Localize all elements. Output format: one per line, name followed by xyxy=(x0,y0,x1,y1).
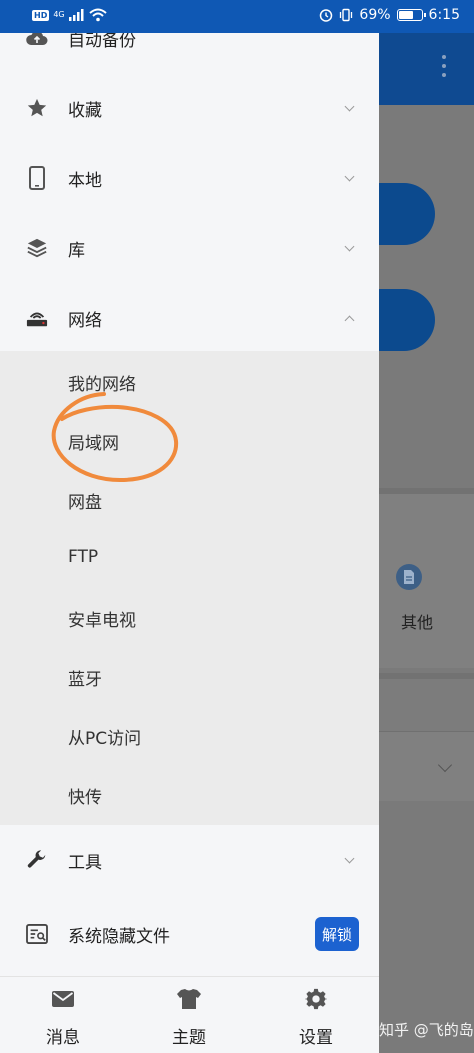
background-card xyxy=(379,731,474,801)
battery-percent: 69% xyxy=(359,7,391,23)
navigation-drawer: 自动备份 收藏 本地 库 网络 我的网络 局域网 网盘 FTP 安卓电视 蓝牙 … xyxy=(0,33,379,1053)
signal-icon xyxy=(68,9,84,21)
network-subitem-cloud-drive[interactable]: 网盘 xyxy=(68,488,102,513)
network-type: 4G xyxy=(53,10,65,19)
vibrate-icon xyxy=(340,8,353,22)
clock: 6:15 xyxy=(428,7,460,23)
watermark: 知乎 @飞的岛 xyxy=(379,1021,474,1039)
nav-settings[interactable]: 设置 xyxy=(271,977,361,1053)
gear-icon xyxy=(304,987,328,1011)
document-icon xyxy=(396,564,422,590)
phone-icon xyxy=(26,166,48,190)
nav-label: 消息 xyxy=(46,1028,80,1048)
wrench-icon xyxy=(26,849,48,871)
drawer-item-label: 本地 xyxy=(68,170,102,191)
nav-messages[interactable]: 消息 xyxy=(18,977,108,1053)
network-subitem-lan[interactable]: 局域网 xyxy=(68,429,119,454)
chevron-down-icon xyxy=(344,171,355,181)
hd-badge: HD xyxy=(32,9,50,21)
wifi-icon xyxy=(88,8,107,22)
drawer-item-label: 库 xyxy=(68,240,85,261)
drawer-item-label: 系统隐藏文件 xyxy=(68,926,170,947)
nav-themes[interactable]: 主题 xyxy=(144,977,234,1053)
alarm-icon xyxy=(320,9,333,22)
network-subitem-my-network[interactable]: 我的网络 xyxy=(68,370,136,395)
drawer-bottom-nav: 消息 主题 设置 xyxy=(0,976,379,1053)
drawer-item-tools[interactable]: 工具 xyxy=(0,825,379,895)
drawer-item-local[interactable]: 本地 xyxy=(0,143,379,213)
drawer-item-auto-backup[interactable]: 自动备份 xyxy=(0,33,379,73)
more-options-icon xyxy=(442,55,446,82)
network-subitem-access-from-pc[interactable]: 从PC访问 xyxy=(68,724,141,749)
layers-icon xyxy=(26,237,48,259)
network-submenu: 我的网络 局域网 网盘 FTP 安卓电视 蓝牙 从PC访问 快传 xyxy=(0,351,379,825)
nav-label: 主题 xyxy=(172,1028,206,1048)
chevron-down-icon xyxy=(344,853,355,863)
background-card xyxy=(379,488,474,668)
nav-label: 设置 xyxy=(299,1028,333,1048)
hidden-files-icon xyxy=(26,923,48,945)
unlock-button[interactable]: 解锁 xyxy=(315,917,359,951)
mail-icon xyxy=(51,987,75,1011)
chevron-up-icon xyxy=(344,315,355,325)
drawer-item-favorites[interactable]: 收藏 xyxy=(0,73,379,143)
network-subitem-quick-send[interactable]: 快传 xyxy=(68,783,102,808)
drawer-item-library[interactable]: 库 xyxy=(0,213,379,283)
drawer-item-label: 工具 xyxy=(68,852,102,873)
router-icon xyxy=(26,307,48,329)
drawer-item-label: 收藏 xyxy=(68,100,102,121)
cloud-backup-icon xyxy=(26,33,48,49)
background-card xyxy=(379,673,474,731)
drawer-item-label: 自动备份 xyxy=(68,33,136,51)
battery-icon xyxy=(396,9,426,21)
shirt-icon xyxy=(177,987,201,1011)
network-subitem-ftp[interactable]: FTP xyxy=(68,547,98,567)
star-icon xyxy=(26,97,48,119)
other-label: 其他 xyxy=(401,613,434,632)
background-header xyxy=(379,33,474,105)
network-subitem-android-tv[interactable]: 安卓电视 xyxy=(68,606,136,631)
chevron-down-icon xyxy=(344,241,355,251)
network-subitem-bluetooth[interactable]: 蓝牙 xyxy=(68,665,102,690)
status-bar: HD 4G 69% 6:15 xyxy=(0,0,474,33)
background-app[interactable]: 其他 知乎 @飞的岛 xyxy=(349,33,474,1053)
chevron-down-icon xyxy=(344,101,355,111)
drawer-item-label: 网络 xyxy=(68,310,102,331)
drawer-item-network[interactable]: 网络 xyxy=(0,283,379,353)
